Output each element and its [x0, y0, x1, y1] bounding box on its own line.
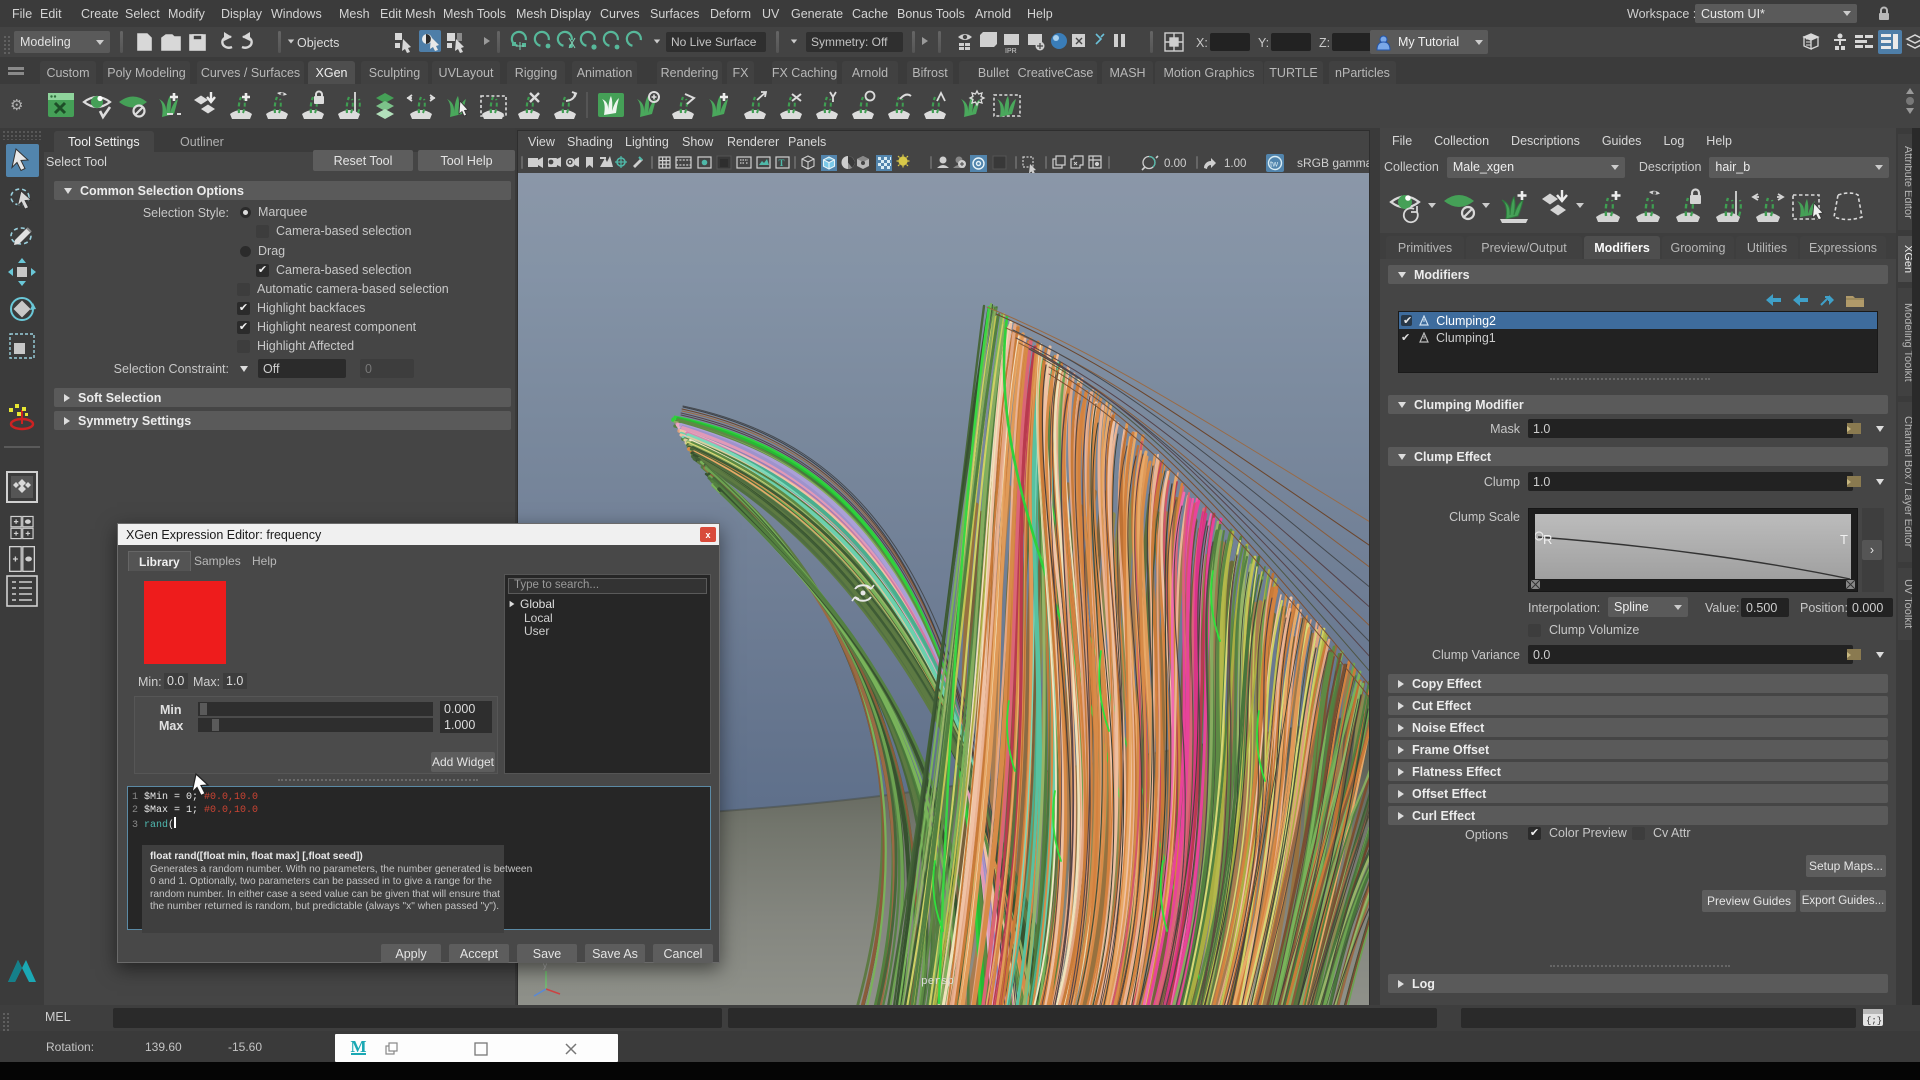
- svg-text:T: T: [1840, 532, 1848, 547]
- svg-text:IPR: IPR: [1005, 48, 1017, 55]
- svg-text:{;}: {;}: [1866, 1016, 1882, 1026]
- svg-text:R: R: [1543, 532, 1552, 547]
- svg-text:T: T: [779, 158, 785, 168]
- svg-text:tw: tw: [1270, 160, 1278, 169]
- svg-text:sRGB gamma: sRGB gamma: [1297, 156, 1369, 170]
- svg-text:0.00: 0.00: [1164, 158, 1186, 170]
- svg-text:1.00: 1.00: [1224, 158, 1246, 170]
